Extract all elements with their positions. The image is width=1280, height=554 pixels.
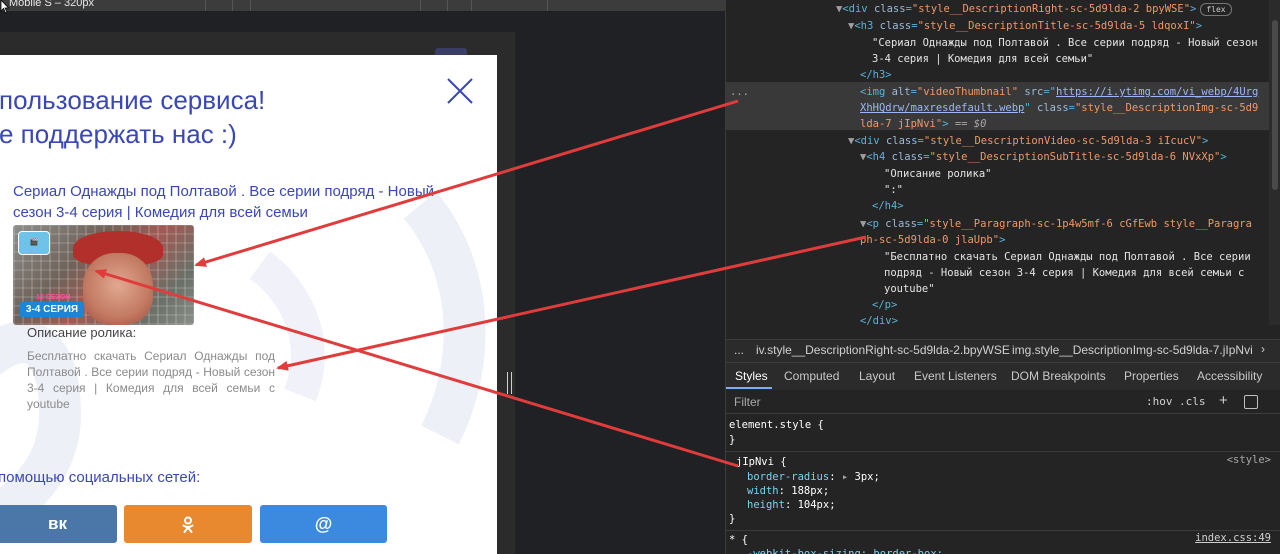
tab-styles[interactable]: Styles <box>735 369 768 383</box>
mail-share-button[interactable]: @ <box>260 505 387 543</box>
rule-source-link[interactable]: index.css:49 <box>1195 532 1271 544</box>
social-title: помощью социальных сетей: <box>0 469 201 486</box>
modal-title: пользование сервиса! е поддержать нас :) <box>0 83 265 151</box>
tree-line[interactable]: </div> <box>860 313 898 325</box>
support-modal: пользование сервиса! е поддержать нас :)… <box>0 55 497 554</box>
odnoklassniki-icon <box>182 516 194 533</box>
tree-line[interactable]: ▼<div class="style__DescriptionVideo-sc-… <box>848 133 1208 149</box>
ok-share-button[interactable] <box>124 505 252 543</box>
tree-line[interactable]: "Бесплатно скачать Сериал Однажды под По… <box>884 249 1251 265</box>
styles-pane: element.style { } jIpNvi { <style> borde… <box>726 414 1280 554</box>
modal-title-line-1: пользование сервиса! <box>0 85 266 115</box>
tree-line-selected[interactable]: XhHQdrw/maxresdefault.webp" class="style… <box>860 100 1258 116</box>
breadcrumb-ellipsis[interactable]: ... <box>734 343 744 357</box>
channel-logo: 🎬 <box>18 231 50 255</box>
elements-scrollbar[interactable] <box>1269 0 1280 325</box>
chevron-right-icon[interactable]: › <box>1261 342 1265 356</box>
device-label[interactable]: Mobile S – 320px <box>9 0 94 9</box>
rule-close: } <box>729 434 736 446</box>
tree-line-selected[interactable]: <img alt="videoThumbnail" src="https://i… <box>860 84 1258 100</box>
hov-toggle[interactable]: :hov <box>1146 395 1173 408</box>
tree-line[interactable]: подряд - Новый сезон 3-4 серия | Комедия… <box>884 265 1244 281</box>
tree-line[interactable]: ▼<h3 class="style__DescriptionTitle-sc-5… <box>848 18 1202 34</box>
flex-badge[interactable]: flex <box>1200 2 1232 16</box>
cls-toggle[interactable]: .cls <box>1179 395 1206 408</box>
tree-line[interactable]: 3-4 серия | Комедия для всей семьи" <box>872 51 1093 67</box>
description-paragraph: Бесплатно скачать Сериал Однажды под Пол… <box>27 349 275 411</box>
tree-line[interactable]: ":" <box>884 182 903 198</box>
rule-selector[interactable]: * { <box>729 532 748 548</box>
vk-share-button[interactable]: вк <box>0 505 117 543</box>
css-property[interactable]: -webkit-box-sizing: border-box; <box>747 546 943 554</box>
tab-accessibility[interactable]: Accessibility <box>1197 369 1262 383</box>
tab-dom-breakpoints[interactable]: DOM Breakpoints <box>1011 369 1106 383</box>
tree-line[interactable]: ph-sc-5d9lda-0 jlaUpb"> <box>860 232 1005 248</box>
new-rule-plus-icon[interactable]: + <box>1219 392 1228 409</box>
tree-line[interactable]: </h4> <box>872 198 904 214</box>
tab-computed[interactable]: Computed <box>784 369 839 383</box>
tree-line[interactable]: ▼<div class="style__DescriptionRight-sc-… <box>836 1 1232 17</box>
season-badge: 12 СЕЗОН 3-4 СЕРИЯ <box>20 294 88 318</box>
breadcrumb: ... iv.style__DescriptionRight-sc-5d9lda… <box>726 339 1280 362</box>
viewport-splitter <box>497 32 515 554</box>
modal-title-line-2: е поддержать нас :) <box>0 119 237 149</box>
episode-badge: 3-4 СЕРИЯ <box>20 302 84 317</box>
css-property[interactable]: height: 104px; <box>747 497 836 513</box>
tree-line[interactable]: ▼<h4 class="style__DescriptionSubTitle-s… <box>860 149 1227 165</box>
description-title: Сериал Однажды под Полтавой . Все серии … <box>13 183 434 221</box>
rule-close: } <box>729 513 736 525</box>
video-thumbnail[interactable]: 🎬 12 СЕЗОН 3-4 СЕРИЯ <box>13 225 194 325</box>
tab-layout[interactable]: Layout <box>859 369 895 383</box>
tree-line[interactable]: ▼<p class="style__Paragraph-sc-1p4w5mf-6… <box>860 216 1252 232</box>
resize-handle[interactable] <box>507 372 512 394</box>
tree-line[interactable]: "Описание ролика" <box>884 166 991 182</box>
elements-tree: ... ▼<div class="style__DescriptionRight… <box>726 0 1269 325</box>
filter-input[interactable] <box>732 394 1116 410</box>
tree-line[interactable]: </h3> <box>860 67 892 83</box>
tree-line[interactable]: youtube" <box>884 281 935 297</box>
tab-event-listeners[interactable]: Event Listeners <box>914 369 997 383</box>
rule-source[interactable]: <style> <box>1227 454 1271 466</box>
styles-tabbar: Styles Computed Layout Event Listeners D… <box>726 362 1280 391</box>
device-viewport: Mobile S – 320px пользование сервиса! е … <box>0 0 725 554</box>
tree-line-selected[interactable]: lda-7 jIpNvi"> == $0 <box>860 116 986 132</box>
filter-bar: :hov .cls + <box>726 390 1280 414</box>
active-tab-indicator <box>726 387 772 389</box>
device-toolbar: Mobile S – 320px <box>0 0 725 11</box>
rule-selector[interactable]: jIpNvi { <box>736 454 787 470</box>
devtools-panel: ... ▼<div class="style__DescriptionRight… <box>725 0 1280 554</box>
node-ellipsis[interactable]: ... <box>730 84 749 100</box>
close-icon[interactable] <box>442 73 478 109</box>
tree-line[interactable]: </p> <box>872 297 897 313</box>
breadcrumb-item-img[interactable]: img.style__DescriptionImg-sc-5d9lda-7.jI… <box>1012 343 1253 357</box>
description-subtitle: Описание ролика: <box>27 325 137 340</box>
mouse-cursor-icon <box>0 0 9 14</box>
season-badge-top: 12 СЕЗОН <box>36 294 71 301</box>
breadcrumb-item-div[interactable]: iv.style__DescriptionRight-sc-5d9lda-2.b… <box>756 343 1010 357</box>
tab-properties[interactable]: Properties <box>1124 369 1179 383</box>
tree-line[interactable]: "Сериал Однажды под Полтавой . Все серии… <box>872 35 1258 51</box>
toggle-sidebar-icon[interactable] <box>1244 395 1258 409</box>
rule-selector[interactable]: element.style { <box>729 417 824 433</box>
